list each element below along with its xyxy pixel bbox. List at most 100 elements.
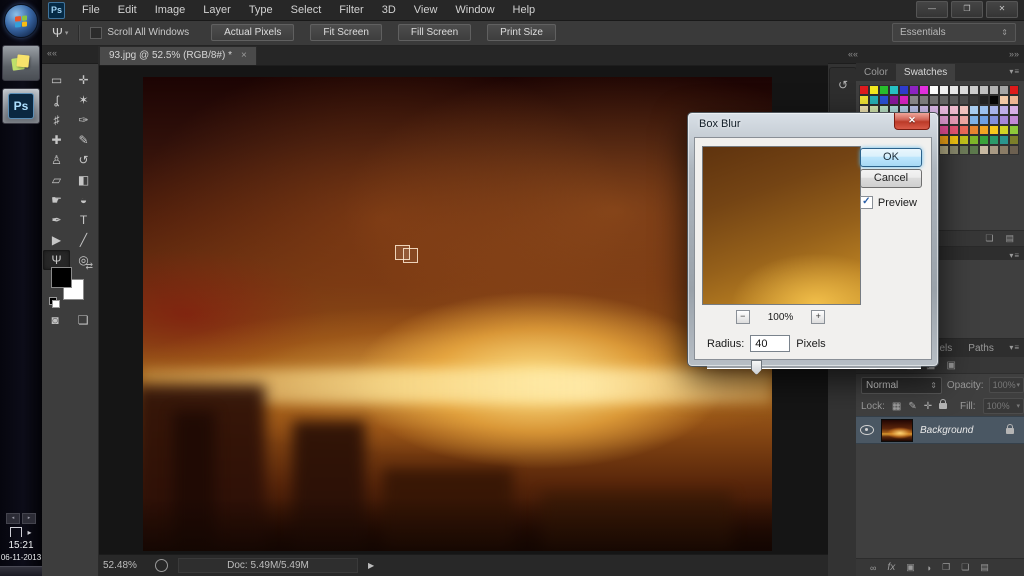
menu-view[interactable]: View <box>405 0 447 20</box>
radius-slider[interactable] <box>707 360 921 374</box>
panel-menu-icon[interactable]: ▾≡ <box>1009 251 1020 260</box>
tool-brush[interactable]: ✎ <box>70 130 97 150</box>
quick-mask-button[interactable]: ◙ <box>51 313 58 327</box>
color-swatch[interactable] <box>939 85 949 95</box>
status-zoom-level[interactable]: 52.48% <box>103 560 155 571</box>
color-swatch[interactable] <box>969 105 979 115</box>
menu-3d[interactable]: 3D <box>373 0 405 20</box>
color-swatch[interactable] <box>879 95 889 105</box>
menu-type[interactable]: Type <box>240 0 282 20</box>
color-swatch[interactable] <box>889 85 899 95</box>
blend-mode-select[interactable]: Normal ⇕ <box>861 377 942 394</box>
delete-layer-icon[interactable]: ▤ <box>980 562 989 573</box>
color-swatch[interactable] <box>959 85 969 95</box>
adjustment-layer-icon[interactable]: ◑ <box>926 563 931 573</box>
taskbar-photoshop-button[interactable]: Ps <box>2 88 40 124</box>
taskbar-sticky-notes-button[interactable] <box>2 45 40 81</box>
zoom-in-button[interactable]: + <box>811 310 825 324</box>
tool-preset-dropdown-icon[interactable]: ▾ <box>65 29 69 37</box>
dock-collapse-right-icon[interactable]: »» <box>1009 49 1019 59</box>
scroll-all-windows-checkbox[interactable] <box>90 27 102 39</box>
menu-filter[interactable]: Filter <box>330 0 372 20</box>
color-swatch[interactable] <box>949 85 959 95</box>
color-swatch[interactable] <box>949 145 959 155</box>
opacity-value[interactable]: 100%▾ <box>989 377 1024 393</box>
tab-color[interactable]: Color <box>856 64 896 81</box>
color-swatch[interactable] <box>959 145 969 155</box>
color-swatch[interactable] <box>979 135 989 145</box>
color-swatch[interactable] <box>909 95 919 105</box>
restore-button[interactable]: ❐ <box>951 1 983 18</box>
color-swatch[interactable] <box>869 85 879 95</box>
color-swatch[interactable] <box>949 95 959 105</box>
color-swatch[interactable] <box>999 105 1009 115</box>
color-swatch[interactable] <box>969 95 979 105</box>
clock-time[interactable]: 15:21 <box>8 539 33 552</box>
layer-mask-icon[interactable]: ▣ <box>906 562 915 573</box>
tool-rectangular-marquee[interactable]: ▭ <box>43 70 70 90</box>
new-swatch-icon[interactable]: ❏ <box>985 233 993 244</box>
color-swatch[interactable] <box>989 125 999 135</box>
menu-image[interactable]: Image <box>146 0 195 20</box>
color-swatch[interactable] <box>1009 135 1019 145</box>
dialog-close-button[interactable]: ✕ <box>894 113 930 130</box>
delete-swatch-icon[interactable]: ▤ <box>1005 233 1014 244</box>
ok-button[interactable]: OK <box>860 148 922 167</box>
color-swatch[interactable] <box>939 135 949 145</box>
history-panel-icon[interactable]: ↺ <box>838 78 848 92</box>
tool-move[interactable]: ✛ <box>70 70 97 90</box>
tool-eyedropper[interactable]: ✑ <box>70 110 97 130</box>
document-canvas[interactable] <box>143 77 772 551</box>
status-sync-icon[interactable] <box>155 559 168 572</box>
color-swatch[interactable] <box>989 145 999 155</box>
color-swatch[interactable] <box>1009 95 1019 105</box>
filter-preview-image[interactable] <box>702 146 861 305</box>
color-swatch[interactable] <box>989 85 999 95</box>
show-desktop-button[interactable] <box>0 566 42 576</box>
close-button[interactable]: ✕ <box>986 1 1018 18</box>
cancel-button[interactable]: Cancel <box>860 169 922 188</box>
menu-file[interactable]: File <box>73 0 109 20</box>
fit-screen-button[interactable]: Fit Screen <box>310 24 382 41</box>
color-swatch[interactable] <box>909 85 919 95</box>
color-swatch[interactable] <box>969 115 979 125</box>
color-swatch[interactable] <box>989 135 999 145</box>
lock-option-icon[interactable]: ✛ <box>924 401 932 412</box>
color-swatch[interactable] <box>969 85 979 95</box>
color-swatch[interactable] <box>949 135 959 145</box>
layer-thumbnail[interactable] <box>881 419 913 442</box>
layer-row-background[interactable]: Background <box>856 416 1024 444</box>
tools-collapse-arrows[interactable]: «« <box>42 45 98 64</box>
color-swatch[interactable] <box>899 95 909 105</box>
color-swatch[interactable] <box>949 115 959 125</box>
layer-effects-icon[interactable]: fx <box>887 562 895 573</box>
tool-line[interactable]: ╱ <box>70 230 97 250</box>
color-swatch[interactable] <box>979 145 989 155</box>
color-swatch[interactable] <box>979 125 989 135</box>
preview-checkbox[interactable]: ✓ <box>860 196 873 209</box>
taskbar-scroll-right[interactable]: ▸ <box>22 513 36 524</box>
color-swatch[interactable] <box>1009 145 1019 155</box>
lock-all-icon[interactable] <box>939 403 947 409</box>
menu-window[interactable]: Window <box>446 0 503 20</box>
zoom-out-button[interactable]: − <box>736 310 750 324</box>
menu-select[interactable]: Select <box>282 0 331 20</box>
screen-mode-button[interactable]: ❏ <box>78 313 89 327</box>
tool-dodge[interactable]: ◒ <box>70 190 97 210</box>
action-center-flag-icon[interactable] <box>10 527 22 537</box>
color-swatch[interactable] <box>959 105 969 115</box>
color-swatch[interactable] <box>879 85 889 95</box>
document-tab[interactable]: 93.jpg @ 52.5% (RGB/8#) * × <box>99 46 257 65</box>
radius-slider-thumb[interactable] <box>751 360 762 375</box>
color-swatch[interactable] <box>979 105 989 115</box>
color-swatch[interactable] <box>999 85 1009 95</box>
color-swatch[interactable] <box>949 105 959 115</box>
panel-menu-icon[interactable]: ▾≡ <box>1009 67 1020 76</box>
status-menu-arrow[interactable]: ▶ <box>368 561 374 570</box>
color-swatch[interactable] <box>869 95 879 105</box>
workspace-switcher[interactable]: Essentials ⇕ <box>892 23 1016 42</box>
color-swatch[interactable] <box>1009 115 1019 125</box>
color-swatch[interactable] <box>959 95 969 105</box>
color-swatch[interactable] <box>949 125 959 135</box>
tab-swatches[interactable]: Swatches <box>896 64 955 81</box>
